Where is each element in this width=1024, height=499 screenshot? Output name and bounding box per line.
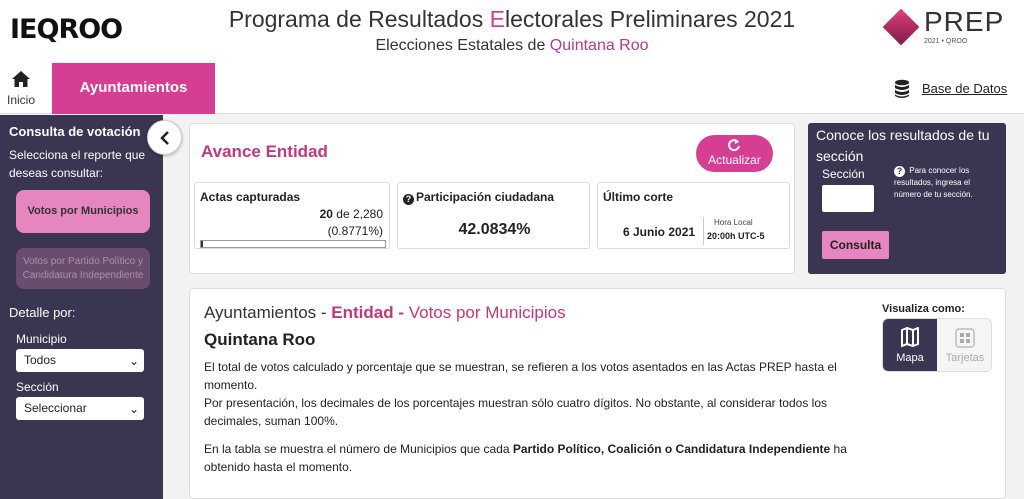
participacion-label: Participación ciudadana [416,190,555,204]
main-paragraph-1: El total de votos calculado y porcentaje… [204,358,854,430]
paragraph-text: El total de votos calculado y porcentaje… [204,360,837,392]
conoce-help: ? Para conocer los resultados, ingresa e… [894,165,999,201]
sidebar-description: Selecciona el reporte que deseas consult… [9,148,146,180]
sidebar-title: Consulta de votación [9,124,141,139]
refresh-icon [728,139,740,152]
actas-label: Actas capturadas [200,190,301,204]
main-heading: Ayuntamientos - Entidad - Votos por Muni… [204,303,566,323]
prep-diamond-icon [882,8,920,46]
subtitle-part: Elecciones Estatales de [375,37,550,54]
home-label: Inicio [6,93,35,107]
actas-stat: Actas capturadas 20 de 2,280 (0.8771%) [194,182,390,249]
prep-logo-text: PREP [924,6,1005,37]
paragraph-text: En la tabla se muestra el número de Muni… [204,442,513,456]
sidebar: Consulta de votación Selecciona el repor… [0,115,163,499]
actas-count-number: 20 [319,207,333,221]
chevron-down-icon: ⌄ [128,354,139,368]
participacion-header: ? Participación ciudadana [403,190,554,205]
conoce-help-text: Para conocer los resultados, ingresa el … [894,166,973,199]
corte-stat: Último corte 6 Junio 2021 Hora Local 20:… [597,182,790,249]
heading-entity: Entidad [331,303,394,322]
municipio-label: Municipio [16,332,67,346]
view-map-button[interactable]: Mapa [883,319,937,371]
title-part: Programa de Resultados [228,6,490,32]
navbar: Inicio Ayuntamientos Base de Datos [0,63,1024,114]
view-cards-button[interactable]: Tarjetas [938,319,992,371]
consulta-button[interactable]: Consulta [822,231,889,259]
municipio-select-value: Todos [24,353,57,367]
subtitle-accent: Quintana Roo [549,37,649,54]
main-subheading: Quintana Roo [204,330,316,349]
view-toggle: Mapa Tarjetas [882,318,992,372]
tab-ayuntamientos[interactable]: Ayuntamientos [52,63,215,114]
actas-progress-bar [200,240,386,248]
title-part: lectorales Preliminares 2021 [504,6,796,32]
actas-count: 20 de 2,280 [320,207,383,221]
divider [703,217,704,245]
conoce-seccion-label: Sección [822,167,865,181]
database-link-label: Base de Datos [922,81,1008,96]
chevron-down-icon: ⌄ [128,402,139,416]
view-cards-label: Tarjetas [945,352,985,364]
prep-logo-year: 2021 • QROO [924,38,968,45]
seccion-select-value: Seleccionar [24,401,87,415]
avance-title: Avance Entidad [201,142,328,161]
main-card: Ayuntamientos - Entidad - Votos por Muni… [189,288,1006,499]
avance-card: Avance Entidad Actualizar Actas capturad… [189,123,795,274]
database-icon [895,79,909,98]
actas-progress-fill [201,241,203,247]
info-icon: ? [894,166,905,177]
info-icon[interactable]: ? [403,194,414,205]
page-subtitle: Elecciones Estatales de Quintana Roo [0,37,1024,55]
municipio-select[interactable]: Todos ⌄ [16,349,144,372]
map-icon [901,327,919,347]
heading-part: Ayuntamientos - [204,303,332,322]
report-votos-partido-button[interactable]: Votos por Partido Político y Candidatura… [16,248,150,289]
header: IEQROO Programa de Resultados Electorale… [0,0,1024,63]
seccion-input[interactable] [822,185,874,212]
main-paragraph-2: En la tabla se muestra el número de Muni… [204,440,854,476]
detail-label: Detalle por: [9,305,76,320]
prep-logo[interactable]: PREP 2021 • QROO [882,6,1014,50]
update-button-label: Actualizar [708,153,761,167]
page-title: Programa de Resultados Electorales Preli… [0,6,1024,33]
actas-percent: (0.8771%) [327,224,383,238]
corte-label: Último corte [603,190,674,204]
collapse-sidebar-button[interactable] [147,120,182,155]
conoce-title: Conoce los resultados de tu sección [816,127,990,164]
hora-value: 20:00h UTC-5 [707,231,765,241]
seccion-select[interactable]: Seleccionar ⌄ [16,397,144,420]
heading-suffix: Votos por Municipios [408,303,566,322]
update-button[interactable]: Actualizar [696,135,773,172]
chevron-left-icon [160,131,169,145]
title-accent: E [489,6,505,32]
view-map-label: Mapa [896,352,924,364]
participacion-value: 42.0834% [458,221,531,238]
actas-total: de 2,280 [332,207,383,221]
conoce-card: Conoce los resultados de tu sección Secc… [808,123,1006,274]
paragraph-text: Por presentación, los decimales de los p… [204,396,828,428]
participacion-stat: ? Participación ciudadana 42.0834% [397,182,590,249]
paragraph-bold: Partido Político, Coalición o Candidatur… [512,442,831,456]
heading-dash: - [393,303,409,322]
home-icon [12,71,30,87]
report-votos-municipios-button[interactable]: Votos por Municipios [16,190,150,233]
cards-icon [955,328,975,348]
seccion-label: Sección [16,380,59,394]
corte-date: 6 Junio 2021 [623,225,696,239]
home-link[interactable]: Inicio [0,63,52,114]
view-label: Visualiza como: [882,303,965,315]
hora-label: Hora Local [714,218,753,227]
